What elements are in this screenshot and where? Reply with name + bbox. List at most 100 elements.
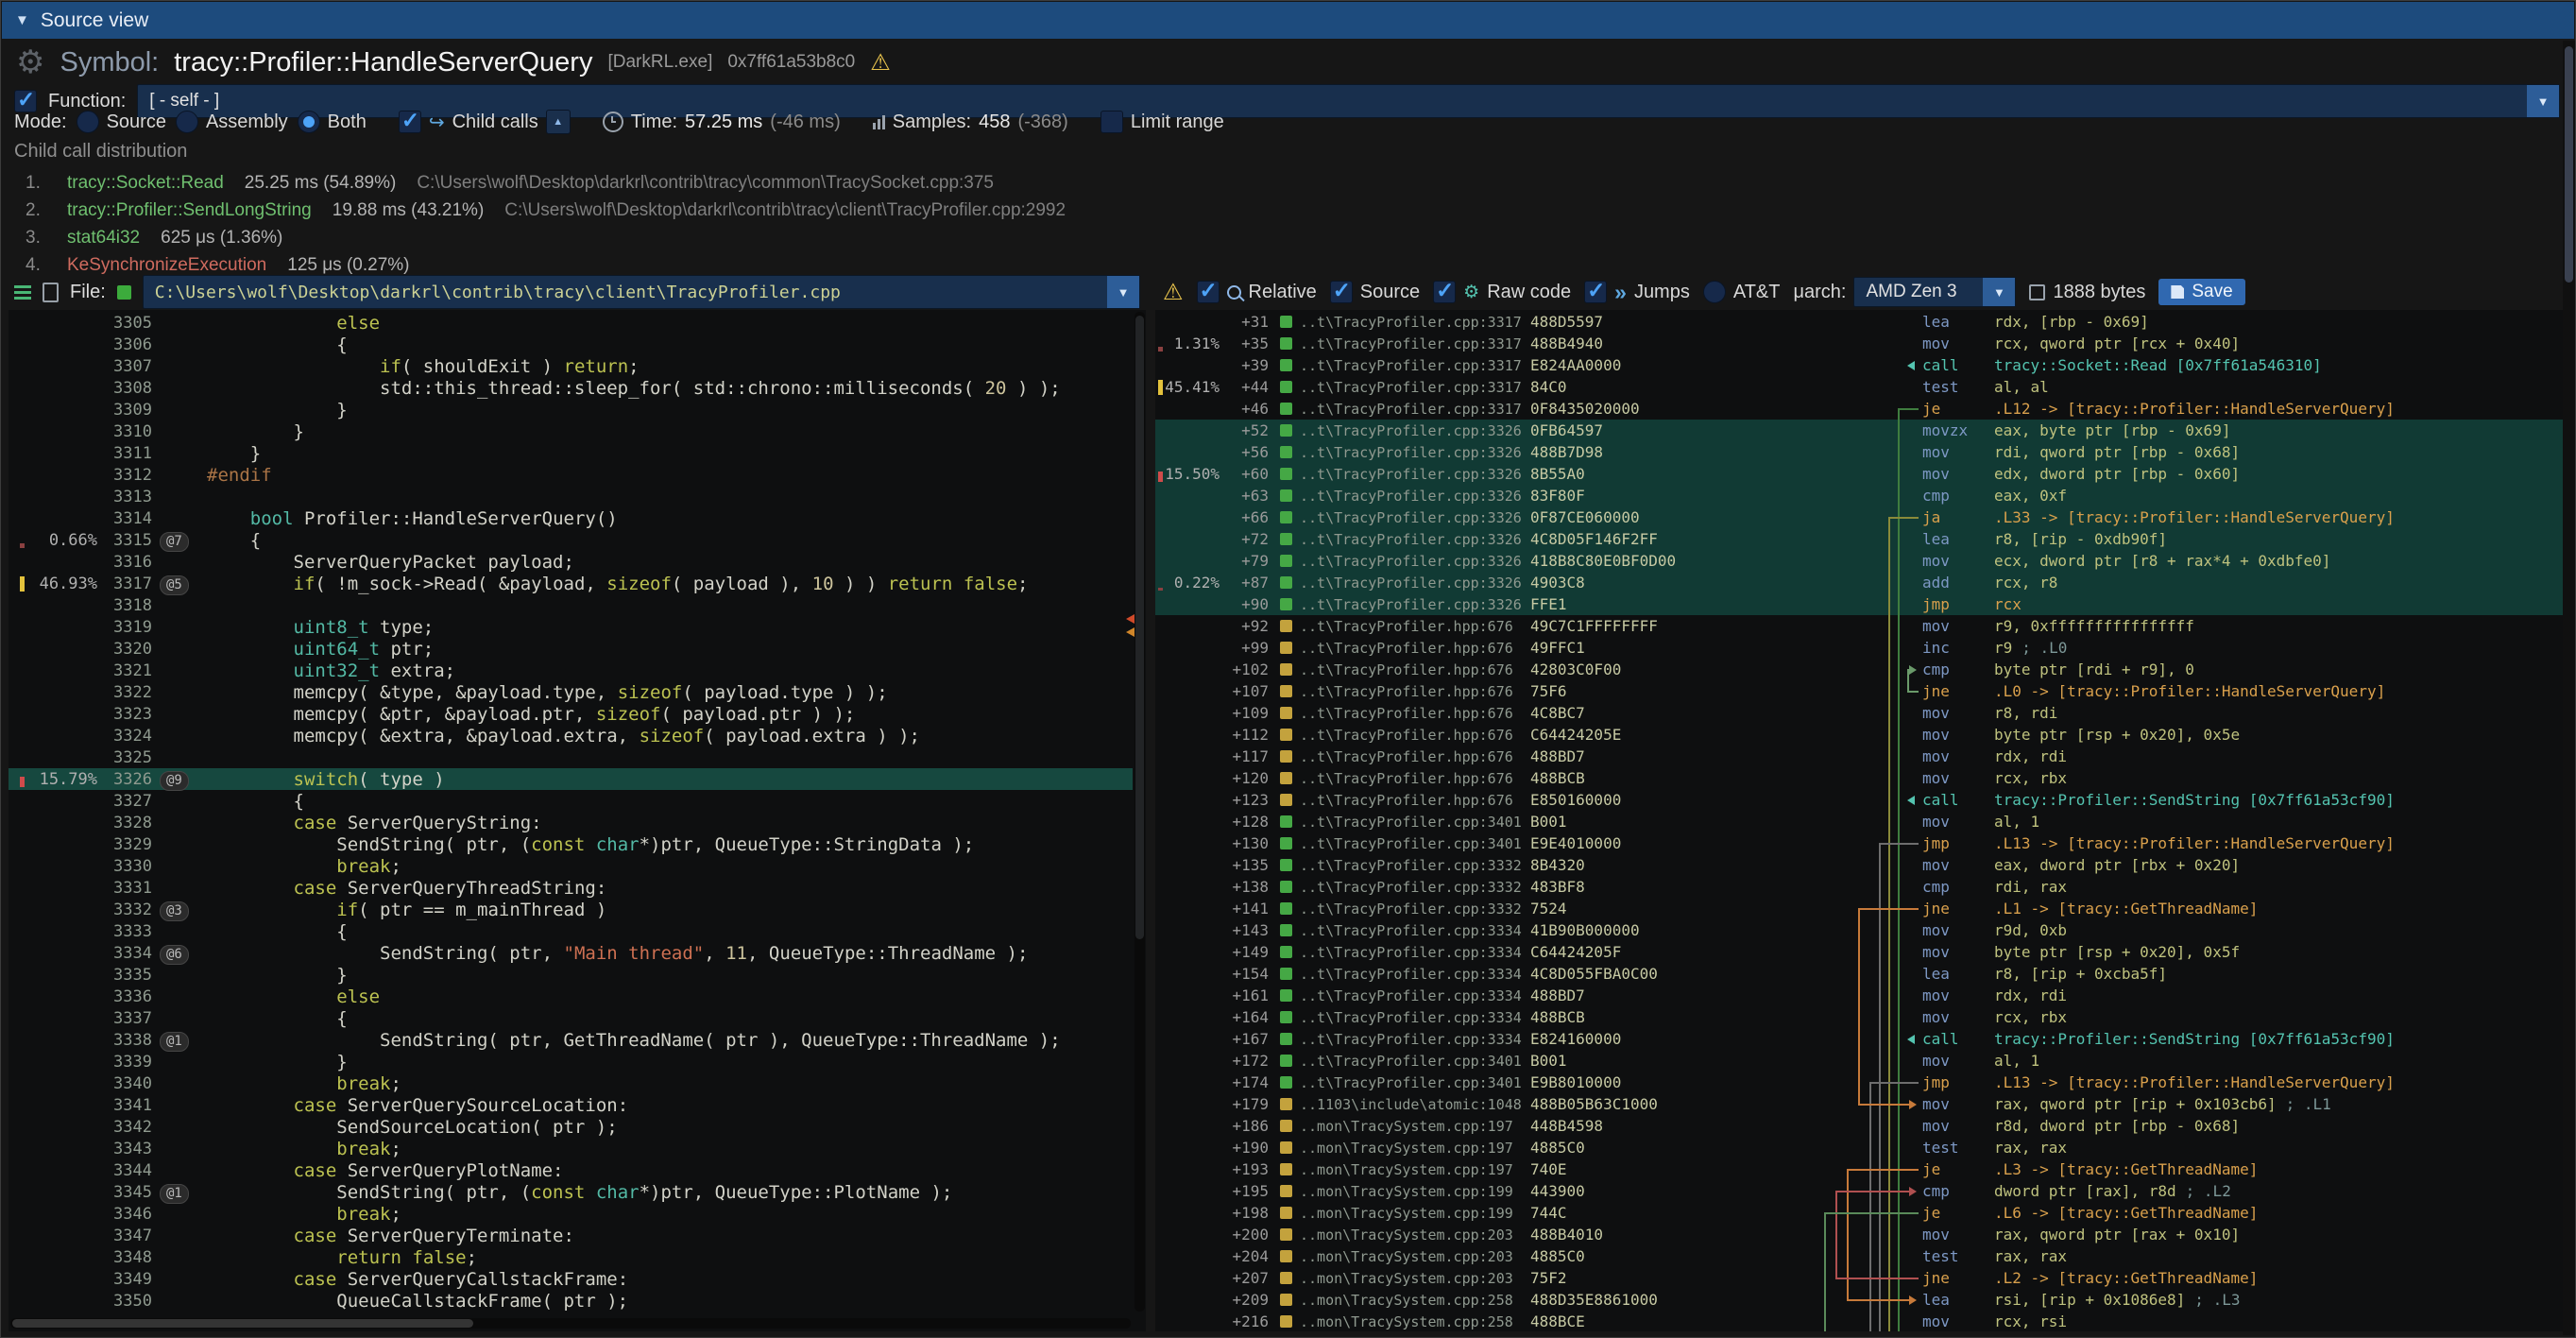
source-line-row[interactable]: 3332@3 if( ptr == m_mainThread ): [9, 899, 1133, 920]
source-line-row[interactable]: 3342 SendSourceLocation( ptr );: [9, 1116, 1133, 1138]
asm-row[interactable]: +167..t\TracyProfiler.cpp:3334E824160000…: [1155, 1028, 2563, 1050]
asm-row[interactable]: +204..mon\TracySystem.cpp:2034885C0testr…: [1155, 1245, 2563, 1267]
child-call-row[interactable]: 1.tracy::Socket::Read25.25 ms (54.89%)C:…: [1, 169, 2556, 197]
asm-row[interactable]: +186..mon\TracySystem.cpp:197448B4598mov…: [1155, 1115, 2563, 1137]
asm-row[interactable]: 45.41%+44..t\TracyProfiler.cpp:331784C0t…: [1155, 376, 2563, 398]
source-line-row[interactable]: 3319 uint8_t type;: [9, 616, 1133, 638]
source-line-row[interactable]: 3313: [9, 486, 1133, 507]
asm-row[interactable]: +149..t\TracyProfiler.cpp:3334C64424205F…: [1155, 941, 2563, 963]
source-line-row[interactable]: 3341 case ServerQuerySourceLocation:: [9, 1094, 1133, 1116]
source-line-row[interactable]: 3311 }: [9, 442, 1133, 464]
source-line-row[interactable]: 15.79%3326@9 switch( type ): [9, 768, 1133, 790]
source-line-row[interactable]: 3338@1 SendString( ptr, GetThreadName( p…: [9, 1029, 1133, 1051]
asm-row[interactable]: +46..t\TracyProfiler.cpp:33170F843502000…: [1155, 398, 2563, 420]
asm-row[interactable]: +141..t\TracyProfiler.cpp:33327524jne.L1…: [1155, 898, 2563, 919]
chevron-down-icon[interactable]: ▼: [1983, 278, 2015, 306]
asm-row[interactable]: +112..t\TracyProfiler.hpp:676C64424205Em…: [1155, 724, 2563, 746]
mode-radio-assembly[interactable]: Assembly: [176, 111, 288, 133]
asm-row[interactable]: +117..t\TracyProfiler.hpp:676488BD7movrd…: [1155, 746, 2563, 767]
source-line-row[interactable]: 3328 case ServerQueryString:: [9, 812, 1133, 833]
source-line-row[interactable]: 3321 uint32_t extra;: [9, 660, 1133, 681]
radio-icon[interactable]: [176, 111, 198, 133]
source-line-row[interactable]: 3339 }: [9, 1051, 1133, 1072]
source-line-row[interactable]: 3343 break;: [9, 1138, 1133, 1159]
mode-radio-source[interactable]: Source: [77, 111, 166, 133]
asm-count-badge[interactable]: @1: [160, 1184, 189, 1204]
asm-row[interactable]: +179..1103\include\atomic:1048488B05B63C…: [1155, 1093, 2563, 1115]
source-line-row[interactable]: 3329 SendString( ptr, (const char*)ptr, …: [9, 833, 1133, 855]
source-line-row[interactable]: 3347 case ServerQueryTerminate:: [9, 1225, 1133, 1246]
asm-row[interactable]: +90..t\TracyProfiler.cpp:3326FFE1jmprcx: [1155, 593, 2563, 615]
asm-row[interactable]: +39..t\TracyProfiler.cpp:3317E824AA0000c…: [1155, 354, 2563, 376]
source-line-row[interactable]: 3335 }: [9, 964, 1133, 986]
asm-row[interactable]: +200..mon\TracySystem.cpp:203488B4010mov…: [1155, 1224, 2563, 1245]
child-call-row[interactable]: 4.KeSynchronizeExecution125 μs (0.27%): [1, 251, 2556, 276]
limit-range-checkbox[interactable]: [1100, 111, 1123, 133]
source-line-row[interactable]: 3314 bool Profiler::HandleServerQuery(): [9, 507, 1133, 529]
file-combo[interactable]: C:\Users\wolf\Desktop\darkrl\contrib\tra…: [143, 275, 1140, 309]
source-line-row[interactable]: 3324 memcpy( &extra, &payload.extra, siz…: [9, 725, 1133, 746]
asm-row[interactable]: +123..t\TracyProfiler.hpp:676E850160000c…: [1155, 789, 2563, 811]
source-horizontal-scrollbar[interactable]: [10, 1318, 1131, 1329]
asm-row[interactable]: 1.31%+35..t\TracyProfiler.cpp:3317488B49…: [1155, 333, 2563, 354]
source-line-row[interactable]: 3330 break;: [9, 855, 1133, 877]
source-line-row[interactable]: 3322 memcpy( &type, &payload.type, sizeo…: [9, 681, 1133, 703]
att-syntax-toggle[interactable]: AT&T: [1703, 281, 1781, 303]
asm-row[interactable]: +216..mon\TracySystem.cpp:258488BCEmovrc…: [1155, 1311, 2563, 1331]
source-line-row[interactable]: 3305 else: [9, 312, 1133, 334]
source-line-row[interactable]: 3308 std::this_thread::sleep_for( std::c…: [9, 377, 1133, 399]
asm-row[interactable]: +174..t\TracyProfiler.cpp:3401E9B8010000…: [1155, 1072, 2563, 1093]
source-line-row[interactable]: 3316 ServerQueryPacket payload;: [9, 551, 1133, 573]
asm-row[interactable]: +195..mon\TracySystem.cpp:199443900cmpdw…: [1155, 1180, 2563, 1202]
asm-row[interactable]: +79..t\TracyProfiler.cpp:3326418B8C80E0B…: [1155, 550, 2563, 572]
source-line-row[interactable]: 3312#endif: [9, 464, 1133, 486]
scrollbar-thumb[interactable]: [2565, 46, 2573, 283]
source-line-row[interactable]: 3310 }: [9, 420, 1133, 442]
source-line-row[interactable]: 0.66%3315@7 {: [9, 529, 1133, 551]
save-button[interactable]: Save: [2158, 279, 2244, 305]
raw-code-toggle[interactable]: ⚙ Raw code: [1433, 281, 1571, 303]
source-vertical-scrollbar[interactable]: [1134, 312, 1145, 1312]
asm-row[interactable]: +109..t\TracyProfiler.hpp:6764C8BC7movr8…: [1155, 702, 2563, 724]
collapse-arrow-icon[interactable]: ▼: [15, 12, 29, 28]
asm-row[interactable]: +193..mon\TracySystem.cpp:197740Eje.L3 -…: [1155, 1158, 2563, 1180]
source-checkbox[interactable]: [1330, 281, 1353, 303]
source-line-row[interactable]: 3345@1 SendString( ptr, (const char*)ptr…: [9, 1181, 1133, 1203]
asm-row[interactable]: +92..t\TracyProfiler.hpp:67649C7C1FFFFFF…: [1155, 615, 2563, 637]
asm-row[interactable]: +66..t\TracyProfiler.cpp:33260F87CE06000…: [1155, 506, 2563, 528]
asm-count-badge[interactable]: @3: [160, 901, 189, 921]
source-line-row[interactable]: 3349 case ServerQueryCallstackFrame:: [9, 1268, 1133, 1290]
scrollbar-thumb[interactable]: [1135, 316, 1144, 939]
mode-radio-both[interactable]: Both: [298, 111, 367, 133]
asm-row[interactable]: +107..t\TracyProfiler.hpp:67675F6jne.L0 …: [1155, 680, 2563, 702]
chevron-down-icon[interactable]: ▼: [2527, 85, 2559, 117]
source-line-row[interactable]: 3337 {: [9, 1007, 1133, 1029]
asm-row[interactable]: +154..t\TracyProfiler.cpp:33344C8D055FBA…: [1155, 963, 2563, 985]
asm-row[interactable]: +63..t\TracyProfiler.cpp:332683F80Fcmpea…: [1155, 485, 2563, 506]
radio-icon[interactable]: [298, 111, 320, 133]
asm-row[interactable]: +143..t\TracyProfiler.cpp:333441B90B0000…: [1155, 919, 2563, 941]
chevron-down-icon[interactable]: ▼: [1107, 276, 1139, 308]
source-line-row[interactable]: 3336 else: [9, 986, 1133, 1007]
jumps-checkbox[interactable]: [1584, 281, 1607, 303]
asm-row[interactable]: +135..t\TracyProfiler.cpp:33328B4320move…: [1155, 854, 2563, 876]
asm-row[interactable]: +207..mon\TracySystem.cpp:20375F2jne.L2 …: [1155, 1267, 2563, 1289]
radio-icon[interactable]: [77, 111, 99, 133]
asm-row[interactable]: 15.50%+60..t\TracyProfiler.cpp:33268B55A…: [1155, 463, 2563, 485]
asm-row[interactable]: +128..t\TracyProfiler.cpp:3401B001moval,…: [1155, 811, 2563, 832]
asm-row[interactable]: +161..t\TracyProfiler.cpp:3334488BD7movr…: [1155, 985, 2563, 1006]
raw-code-checkbox[interactable]: [1433, 281, 1456, 303]
source-line-row[interactable]: 3306 {: [9, 334, 1133, 355]
source-line-row[interactable]: 3348 return false;: [9, 1246, 1133, 1268]
child-calls-checkbox[interactable]: [399, 111, 421, 133]
relative-toggle[interactable]: Relative: [1197, 281, 1317, 303]
window-vertical-scrollbar[interactable]: [2563, 41, 2575, 1335]
child-call-row[interactable]: 3.stat64i32625 μs (1.36%): [1, 224, 2556, 251]
source-line-row[interactable]: 3323 memcpy( &ptr, &payload.ptr, sizeof(…: [9, 703, 1133, 725]
source-line-row[interactable]: 3307 if( shouldExit ) return;: [9, 355, 1133, 377]
jumps-toggle[interactable]: » Jumps: [1584, 281, 1690, 303]
asm-row[interactable]: +190..mon\TracySystem.cpp:1974885C0testr…: [1155, 1137, 2563, 1158]
asm-row[interactable]: +138..t\TracyProfiler.cpp:3332483BF8cmpr…: [1155, 876, 2563, 898]
source-line-row[interactable]: 3344 case ServerQueryPlotName:: [9, 1159, 1133, 1181]
asm-row[interactable]: +172..t\TracyProfiler.cpp:3401B001moval,…: [1155, 1050, 2563, 1072]
